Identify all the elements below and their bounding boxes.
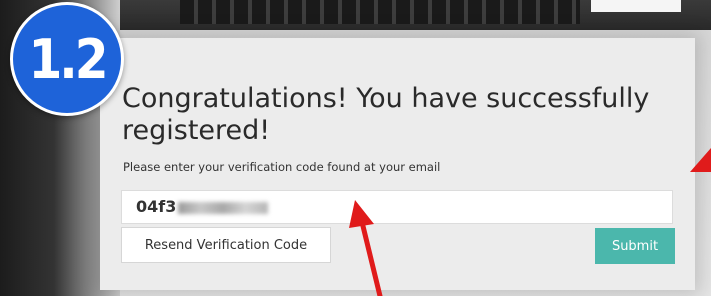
instruction-text: Please enter your verification code foun… [123, 160, 441, 174]
background-window-edge [591, 0, 681, 12]
verification-code-value: 04f3 [136, 197, 177, 216]
verification-code-input[interactable]: 04f3 [121, 190, 673, 224]
background-photo-top [180, 0, 580, 24]
step-badge: 1.2 [10, 2, 124, 116]
resend-verification-button[interactable]: Resend Verification Code [121, 227, 331, 263]
page-title: Congratulations! You have successfully r… [122, 83, 650, 146]
submit-button[interactable]: Submit [595, 228, 675, 264]
redacted-code-blur [178, 201, 269, 214]
